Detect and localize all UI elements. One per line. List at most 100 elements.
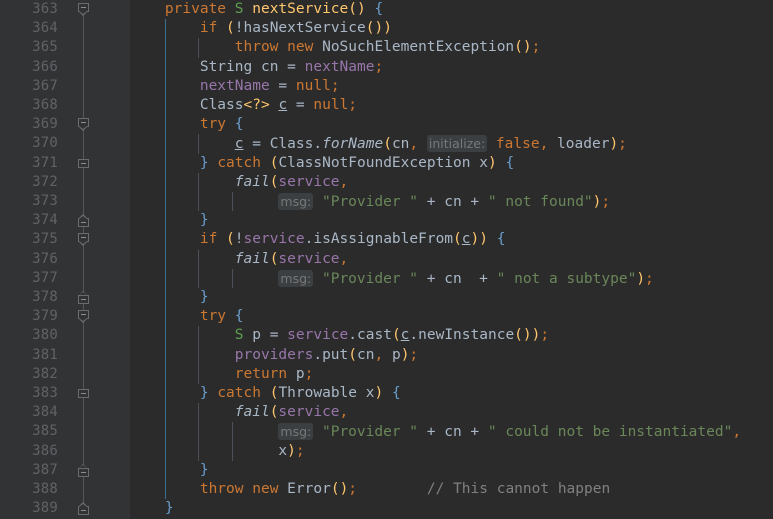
field: service bbox=[287, 327, 349, 344]
bracket: ( bbox=[391, 327, 401, 344]
fold-marker-tip-inner bbox=[79, 215, 88, 219]
identifier: x bbox=[278, 442, 288, 459]
fold-marker-tip-inner bbox=[79, 241, 88, 245]
operator: + bbox=[470, 194, 480, 210]
code-line-375[interactable]: if (!service.isAssignableFrom(c)) { bbox=[130, 230, 506, 249]
operator: + bbox=[426, 194, 436, 210]
code-line-369[interactable]: try { bbox=[130, 115, 244, 134]
code-folding-column[interactable] bbox=[78, 0, 98, 519]
code-line-389[interactable]: } bbox=[130, 499, 174, 518]
method-call: fail bbox=[234, 173, 270, 190]
punctuation: ; bbox=[348, 481, 358, 497]
bracket: ) bbox=[479, 231, 488, 248]
line-number: 373 bbox=[32, 193, 58, 209]
generic-bracket: > bbox=[260, 97, 270, 113]
identifier: p bbox=[295, 365, 305, 382]
code-line-386[interactable]: x); bbox=[130, 442, 305, 461]
line-number: 378 bbox=[32, 289, 58, 305]
generic-bracket: ? bbox=[252, 97, 261, 113]
bracket: ( bbox=[330, 481, 340, 497]
code-line-388[interactable]: throw new Error(); // This cannot happen bbox=[130, 480, 610, 499]
punctuation: ; bbox=[295, 442, 305, 459]
code-line-363[interactable]: private S nextService() { bbox=[130, 0, 383, 19]
code-editor[interactable]: 363 364 365 366 367 368 369 370 371 372 373 374 375 3… bbox=[0, 0, 773, 519]
code-line-378[interactable]: } bbox=[130, 288, 209, 307]
punctuation: ; bbox=[409, 346, 419, 363]
indent-guide bbox=[198, 38, 200, 58]
line-number: 366 bbox=[32, 58, 58, 75]
code-line-381[interactable]: providers.put(cn, p); bbox=[130, 346, 418, 365]
line-number: 372 bbox=[32, 173, 58, 190]
parameter-hint: initialize: bbox=[426, 135, 488, 153]
minus-icon bbox=[81, 222, 86, 224]
code-lines[interactable]: private S nextService() { if (!hasNextSe… bbox=[130, 0, 773, 519]
code-line-379[interactable]: try { bbox=[130, 307, 244, 326]
bracket: ) bbox=[636, 270, 646, 287]
fold-marker-tip-inner bbox=[79, 126, 88, 130]
code-line-376[interactable]: fail(service, bbox=[130, 250, 349, 269]
minus-icon bbox=[81, 510, 86, 512]
code-line-380[interactable]: S p = service.cast(c.newInstance()); bbox=[130, 326, 549, 345]
code-line-374[interactable]: } bbox=[130, 211, 209, 230]
fold-marker-383[interactable] bbox=[78, 387, 89, 400]
line-number: 385 bbox=[32, 423, 58, 440]
operator: + bbox=[426, 424, 436, 441]
code-line-377[interactable]: msg: "Provider " + cn + " not a subtype"… bbox=[130, 269, 654, 288]
operator: = bbox=[278, 77, 288, 94]
punctuation: , bbox=[339, 404, 349, 421]
fold-marker-371[interactable] bbox=[78, 157, 89, 170]
code-line-387[interactable]: } bbox=[130, 461, 209, 480]
parameter-hint: msg: bbox=[278, 269, 314, 287]
indent-guide-active bbox=[164, 19, 166, 500]
bracket: ) bbox=[374, 385, 384, 401]
bracket: ) bbox=[487, 154, 497, 171]
code-line-370[interactable]: c = Class.forName(cn, initialize: false,… bbox=[130, 134, 627, 153]
field: nextName bbox=[304, 58, 375, 75]
method-call: forName bbox=[322, 136, 384, 153]
code-line-365[interactable]: throw new NoSuchElementException(); bbox=[130, 38, 541, 57]
fold-marker-363[interactable] bbox=[78, 3, 89, 16]
code-line-367[interactable]: nextName = null; bbox=[130, 77, 340, 96]
indent-guide bbox=[198, 403, 200, 461]
static-variable: c bbox=[278, 97, 288, 113]
bracket: ) bbox=[374, 20, 384, 37]
bracket: ( bbox=[226, 231, 235, 248]
code-line-366[interactable]: String cn = nextName; bbox=[130, 58, 383, 77]
generic-bracket: < bbox=[243, 97, 253, 113]
code-line-371[interactable]: } catch (ClassNotFoundException x) { bbox=[130, 154, 514, 173]
identifier: loader bbox=[557, 136, 610, 153]
line-number: 369 bbox=[32, 116, 58, 133]
code-line-382[interactable]: return p; bbox=[130, 365, 314, 384]
field: nextName bbox=[199, 77, 270, 94]
fold-marker-389[interactable] bbox=[78, 502, 89, 516]
comment: // This cannot happen bbox=[426, 481, 611, 497]
code-line-385[interactable]: msg: "Provider " + cn + " could not be i… bbox=[130, 422, 741, 441]
fold-marker-378[interactable] bbox=[78, 291, 89, 304]
operator: = bbox=[252, 136, 261, 153]
code-content-area[interactable]: private S nextService() { if (!hasNextSe… bbox=[130, 0, 773, 519]
bracket: } bbox=[199, 385, 209, 401]
type-name: Throwable bbox=[278, 385, 358, 401]
fold-marker-387[interactable] bbox=[78, 463, 89, 477]
code-line-383[interactable]: } catch (Throwable x) { bbox=[130, 384, 401, 403]
code-line-384[interactable]: fail(service, bbox=[130, 403, 349, 422]
code-line-364[interactable]: if (!hasNextService()) bbox=[130, 19, 392, 38]
fold-marker-369[interactable] bbox=[78, 118, 89, 132]
code-line-372[interactable]: fail(service, bbox=[130, 173, 349, 192]
editor-gutter[interactable]: 363 364 365 366 367 368 369 370 371 372 373 374 375 3… bbox=[0, 0, 130, 519]
bracket: ( bbox=[348, 346, 358, 363]
bracket: { bbox=[391, 385, 401, 401]
keyword: new bbox=[287, 39, 314, 56]
operator: = bbox=[269, 327, 279, 344]
fold-marker-379[interactable] bbox=[78, 310, 89, 324]
line-number: 381 bbox=[32, 346, 58, 363]
line-number: 379 bbox=[32, 308, 58, 325]
fold-marker-374[interactable] bbox=[78, 214, 89, 228]
fold-marker-375[interactable] bbox=[78, 233, 89, 247]
code-line-373[interactable]: msg: "Provider " + cn + " not found"); bbox=[130, 192, 610, 211]
line-number: 377 bbox=[32, 269, 58, 286]
keyword: throw bbox=[234, 39, 279, 56]
line-number: 388 bbox=[32, 481, 58, 497]
punctuation: ; bbox=[540, 327, 550, 344]
bracket: } bbox=[164, 500, 174, 517]
